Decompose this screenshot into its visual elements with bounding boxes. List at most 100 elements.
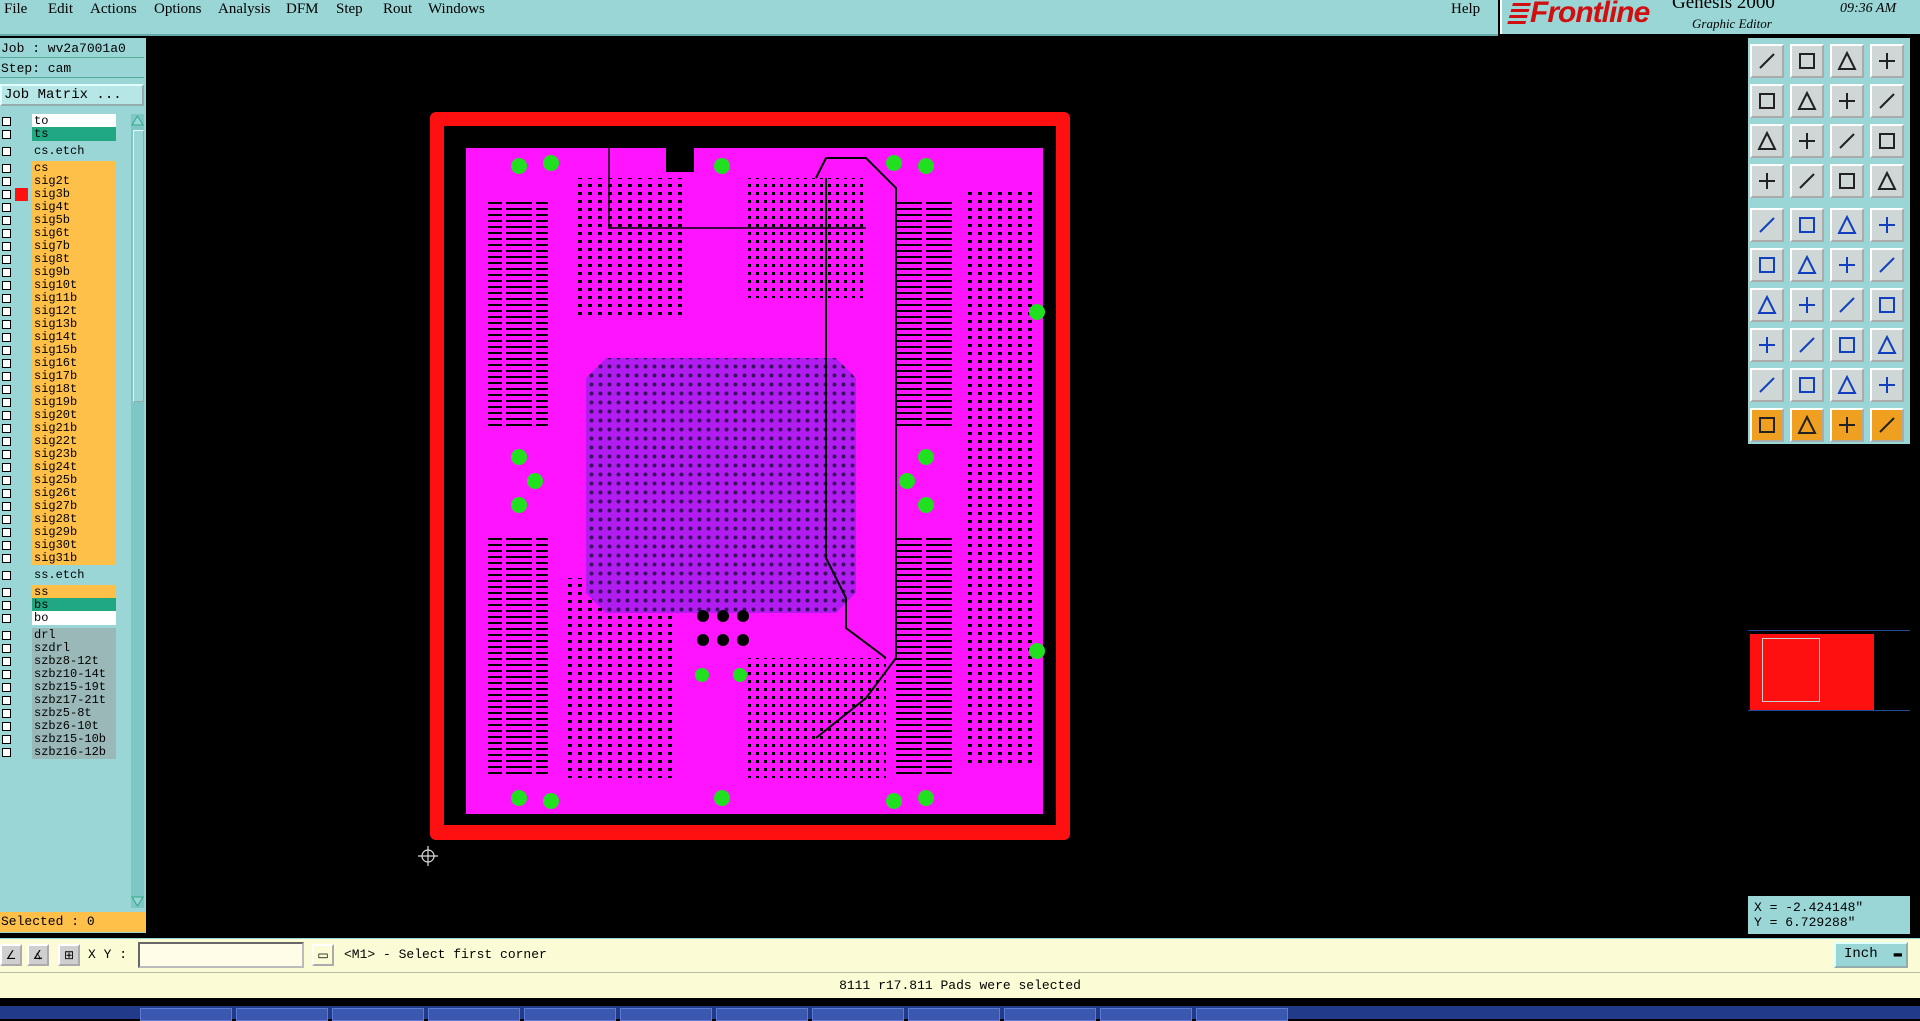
- tool-measure-icon[interactable]: [1870, 124, 1904, 158]
- tool-redraw-icon[interactable]: [1830, 44, 1864, 78]
- layer-name[interactable]: szbz10-14t: [32, 667, 116, 681]
- layer-name[interactable]: sig10t: [32, 278, 116, 292]
- layer-scrollbar[interactable]: [131, 114, 144, 908]
- layer-checkbox[interactable]: [2, 203, 11, 212]
- layer-name[interactable]: ts: [32, 127, 116, 141]
- navigator-panel[interactable]: [1748, 448, 1910, 893]
- menu-help[interactable]: Help: [1451, 0, 1480, 18]
- layer-checkbox[interactable]: [2, 385, 11, 394]
- menu-actions[interactable]: Actions: [90, 0, 137, 18]
- layer-checkbox[interactable]: [2, 398, 11, 407]
- layer-checkbox[interactable]: [2, 722, 11, 731]
- layer-checkbox[interactable]: [2, 476, 11, 485]
- tool-zoom-home-icon[interactable]: [1750, 44, 1784, 78]
- tool-redraw-icon[interactable]: [1830, 208, 1864, 242]
- layer-checkbox[interactable]: [2, 164, 11, 173]
- layer-checkbox[interactable]: [2, 281, 11, 290]
- layer-name[interactable]: sig16t: [32, 356, 116, 370]
- scroll-thumb[interactable]: [133, 130, 144, 402]
- input-toggle-icon[interactable]: ▭: [312, 944, 334, 966]
- tool-snap-icon[interactable]: [1870, 84, 1904, 118]
- menu-edit[interactable]: Edit: [48, 0, 73, 18]
- layer-checkbox[interactable]: [2, 463, 11, 472]
- tool-select-icon[interactable]: [1750, 408, 1784, 442]
- layer-row[interactable]: sig31b: [0, 551, 130, 566]
- layer-checkbox[interactable]: [2, 683, 11, 692]
- layer-name[interactable]: szdrl: [32, 641, 116, 655]
- layer-name[interactable]: szbz8-12t: [32, 654, 116, 668]
- layer-checkbox[interactable]: [2, 748, 11, 757]
- layer-checkbox[interactable]: [2, 117, 11, 126]
- layer-checkbox[interactable]: [2, 190, 11, 199]
- menu-options[interactable]: Options: [154, 0, 202, 18]
- layer-checkbox[interactable]: [2, 614, 11, 623]
- tool-snap-icon[interactable]: [1870, 328, 1904, 362]
- task-button[interactable]: [1004, 1008, 1096, 1021]
- layer-checkbox[interactable]: [2, 588, 11, 597]
- layer-checkbox[interactable]: [2, 489, 11, 498]
- layer-checkbox[interactable]: [2, 333, 11, 342]
- layer-name[interactable]: szbz6-10t: [32, 719, 116, 733]
- layer-name[interactable]: sig3b: [32, 187, 116, 201]
- tool-snap-icon[interactable]: [1870, 408, 1904, 442]
- layer-checkbox[interactable]: [2, 554, 11, 563]
- layer-name[interactable]: sig15b: [32, 343, 116, 357]
- layer-name[interactable]: sig7b: [32, 239, 116, 253]
- tool-measure-icon[interactable]: [1870, 288, 1904, 322]
- tool-fill-icon[interactable]: [1830, 248, 1864, 282]
- layer-name[interactable]: sig8t: [32, 252, 116, 266]
- task-button[interactable]: [140, 1008, 232, 1021]
- tool-select-icon[interactable]: [1750, 248, 1784, 282]
- layer-checkbox[interactable]: [2, 735, 11, 744]
- graphic-canvas[interactable]: [146, 38, 1746, 933]
- layer-name[interactable]: sig27b: [32, 499, 116, 513]
- layer-name[interactable]: cs: [32, 161, 116, 175]
- task-button[interactable]: [620, 1008, 712, 1021]
- layer-name[interactable]: sig11b: [32, 291, 116, 305]
- menu-windows[interactable]: Windows: [428, 0, 485, 18]
- layer-name[interactable]: cs.etch: [32, 144, 116, 158]
- layer-name[interactable]: szbz17-21t: [32, 693, 116, 707]
- layer-checkbox[interactable]: [2, 177, 11, 186]
- layer-name[interactable]: sig9b: [32, 265, 116, 279]
- layer-name[interactable]: sig31b: [32, 551, 116, 565]
- layer-checkbox[interactable]: [2, 229, 11, 238]
- layer-name[interactable]: sig29b: [32, 525, 116, 539]
- layer-row[interactable]: cs.etch: [0, 144, 130, 159]
- scroll-up-icon[interactable]: [131, 114, 144, 126]
- tool-redraw-icon[interactable]: [1830, 288, 1864, 322]
- menu-rout[interactable]: Rout: [383, 0, 412, 18]
- layer-name[interactable]: sig2t: [32, 174, 116, 188]
- layer-name[interactable]: szbz15-19t: [32, 680, 116, 694]
- task-button[interactable]: [908, 1008, 1000, 1021]
- layer-name[interactable]: szbz15-10b: [32, 732, 116, 746]
- layer-name[interactable]: to: [32, 114, 116, 128]
- layer-checkbox[interactable]: [2, 631, 11, 640]
- task-button[interactable]: [1196, 1008, 1288, 1021]
- tool-snap-icon[interactable]: [1870, 164, 1904, 198]
- layer-name[interactable]: sig12t: [32, 304, 116, 318]
- layer-checkbox[interactable]: [2, 709, 11, 718]
- layer-name[interactable]: ss.etch: [32, 568, 116, 582]
- layer-row[interactable]: ss.etch: [0, 568, 130, 583]
- tool-edit-icon[interactable]: [1790, 408, 1824, 442]
- layer-checkbox[interactable]: [2, 696, 11, 705]
- layer-name[interactable]: sig30t: [32, 538, 116, 552]
- layer-name[interactable]: sig22t: [32, 434, 116, 448]
- layer-checkbox[interactable]: [2, 359, 11, 368]
- layer-name[interactable]: sig5b: [32, 213, 116, 227]
- layer-name[interactable]: sig23b: [32, 447, 116, 461]
- tool-edit-icon[interactable]: [1790, 328, 1824, 362]
- layer-name[interactable]: sig19b: [32, 395, 116, 409]
- tool-edit-icon[interactable]: [1790, 84, 1824, 118]
- layer-checkbox[interactable]: [2, 528, 11, 537]
- menu-dfm[interactable]: DFM: [286, 0, 319, 18]
- tool-measure-icon[interactable]: [1870, 368, 1904, 402]
- layer-row[interactable]: bo: [0, 611, 130, 626]
- xy-input[interactable]: [138, 942, 304, 968]
- layer-name[interactable]: ss: [32, 585, 116, 599]
- layer-name[interactable]: szbz5-8t: [32, 706, 116, 720]
- layer-checkbox[interactable]: [2, 670, 11, 679]
- layer-checkbox[interactable]: [2, 147, 11, 156]
- pcb-board[interactable]: [430, 112, 1070, 840]
